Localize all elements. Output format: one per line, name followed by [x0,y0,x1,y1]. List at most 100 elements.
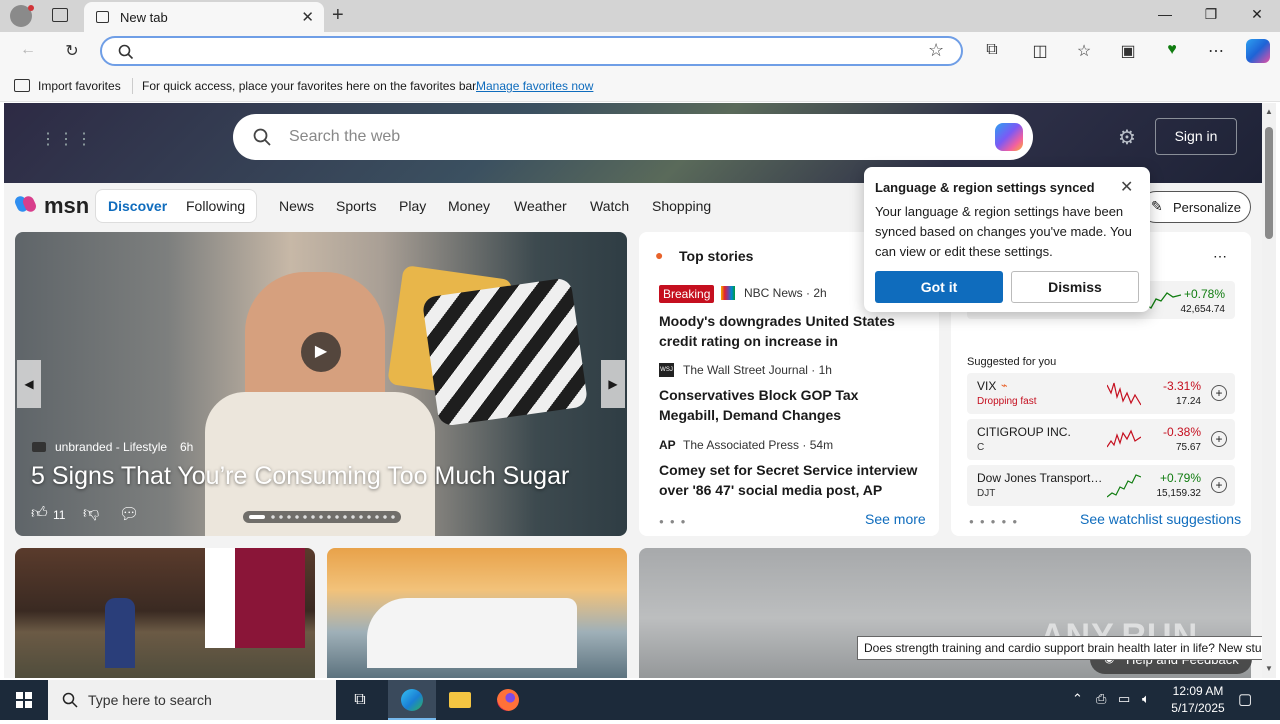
carousel-next-button[interactable]: ▶ [601,360,625,408]
personalize-button[interactable]: ✎ Personalize [1140,191,1251,223]
tab-new-tab[interactable]: New tab ✕ [84,2,324,32]
minimize-icon[interactable]: — [1150,6,1180,22]
volume-icon[interactable]: 🔈︎ [1142,691,1150,707]
collections-icon[interactable]: ▣ [1116,41,1140,61]
nav-sports[interactable]: Sports [336,198,376,214]
popup-body: Your language & region settings have bee… [875,204,1132,259]
split-screen-icon[interactable]: ◫ [1028,41,1052,61]
nav-news[interactable]: News [279,198,314,214]
nav-play[interactable]: Play [399,198,426,214]
favorites-bar: Import favorites For quick access, place… [0,70,1280,102]
show-hidden-icons-chevron[interactable]: ⌃ [1072,691,1083,707]
stories-pager-dots[interactable]: ●●● [659,517,692,526]
carousel-dots[interactable] [243,511,401,523]
favorites-hint: For quick access, place your favorites h… [142,79,479,93]
firefox-icon[interactable] [484,680,532,720]
apps-grid-icon[interactable]: ⋮⋮⋮ [40,129,94,149]
source-logo [32,442,46,452]
dismiss-button[interactable]: Dismiss [1011,271,1139,303]
scrollbar-thumb[interactable] [1265,127,1273,239]
file-explorer-icon[interactable] [436,680,484,720]
tab-title: New tab [120,10,168,25]
network-icon[interactable]: ▭ [1118,691,1130,707]
web-search-box[interactable]: Search the web [233,114,1033,160]
sign-in-button[interactable]: Sign in [1155,118,1237,155]
like-count: 11 [53,508,66,522]
web-search-input[interactable]: Search the web [289,128,400,146]
taskbar-search-box[interactable]: Type here to search [48,680,336,720]
dislike-icon[interactable]: 👎︎ [83,504,99,523]
nav-money[interactable]: Money [448,198,490,214]
stock-row[interactable]: Dow Jones Transport… DJT +0.79% 15,159.3… [967,465,1235,506]
nav-weather[interactable]: Weather [514,198,567,214]
copilot-icon[interactable] [1246,39,1270,63]
like-icon[interactable]: 👍︎ [31,504,48,523]
notifications-icon[interactable]: ▢ [1238,690,1252,708]
news-card-image[interactable] [327,548,627,678]
comment-icon[interactable]: 💬︎ [119,504,139,524]
taskbar-search-input[interactable]: Type here to search [88,692,212,708]
favorites-icon[interactable]: ☆ [1072,41,1096,61]
stock-row[interactable]: VIX ⌁ Dropping fast -3.31% 17.24 + [967,373,1235,414]
hero-source: unbranded - Lifestyle [55,440,168,454]
tab-actions-icon[interactable] [52,8,68,22]
refresh-icon[interactable]: ↻ [60,41,84,61]
tray-device-icon[interactable]: ⎙ [1096,691,1106,707]
see-watchlist-suggestions-link[interactable]: See watchlist suggestions [1080,511,1241,527]
address-bar[interactable]: ☆ [100,36,963,66]
close-popup-icon[interactable]: ✕ [1120,177,1133,197]
tab-discover[interactable]: Discover [108,198,167,214]
scroll-up-arrow[interactable]: ▲ [1265,107,1273,116]
scroll-down-arrow[interactable]: ▼ [1265,664,1273,673]
news-card-image[interactable] [15,548,315,678]
clock-time[interactable]: 12:09 AM [1170,684,1226,698]
close-window-icon[interactable]: ✕ [1242,6,1272,23]
stock-row[interactable]: CITIGROUP INC. C -0.38% 75.67 + [967,419,1235,460]
restore-icon[interactable]: ❐ [1196,6,1226,23]
watchlist-more-icon[interactable]: ⋯ [1213,248,1227,265]
settings-gear-icon[interactable]: ⚙ [1118,125,1136,150]
got-it-button[interactable]: Got it [875,271,1003,303]
new-tab-plus-icon[interactable]: + [332,4,344,27]
clock-date[interactable]: 5/17/2025 [1166,701,1230,715]
close-tab-icon[interactable]: ✕ [301,8,314,26]
task-view-icon[interactable]: ⧉ [336,680,384,720]
stock-price: 75.67 [1175,442,1201,453]
manage-favorites-link[interactable]: Manage favorites now [476,79,593,93]
tab-following[interactable]: Following [186,198,245,214]
see-more-link[interactable]: See more [865,511,926,527]
browser-essentials-icon[interactable]: ♥ [1160,41,1184,59]
copilot-icon[interactable] [995,123,1023,151]
watchlist-pager-dots[interactable]: ●●●●● [969,517,1023,526]
story-headline[interactable]: Conservatives Block GOP Tax Megabill, De… [659,385,921,425]
add-stock-icon[interactable]: + [1211,477,1227,493]
page-scrollbar[interactable]: ▲ ▼ [1262,103,1276,678]
windows-start-icon[interactable] [0,680,48,720]
nav-shopping[interactable]: Shopping [652,198,711,214]
add-stock-icon[interactable]: + [1211,431,1227,447]
ap-logo-icon: AP [659,438,676,452]
carousel-prev-button[interactable]: ◀ [17,360,41,408]
back-icon[interactable]: ← [16,41,40,59]
stock-sub: C [977,442,985,453]
story-headline[interactable]: Comey set for Secret Service interview o… [659,460,921,500]
hero-title[interactable]: 5 Signs That You’re Consuming Too Much S… [31,462,569,491]
import-favorites-icon [14,79,30,92]
story-headline[interactable]: Moody's downgrades United States credit … [659,311,921,351]
settings-synced-popup: Language & region settings synced ✕ Your… [864,167,1150,312]
wsj-logo-icon: WSJ [659,363,674,377]
stock-sub: Dropping fast [977,396,1037,407]
add-stock-icon[interactable]: + [1211,385,1227,401]
stock-change: +0.79% [1159,471,1201,485]
play-video-button[interactable]: ▶ [301,332,341,372]
sparkline-up [1107,474,1141,498]
title-bar: New tab ✕ + — ❐ ✕ [0,0,1280,32]
nav-watch[interactable]: Watch [590,198,629,214]
pencil-icon: ✎ [1151,198,1163,214]
extensions-icon[interactable]: ⧉ [980,41,1004,59]
more-options-icon[interactable]: ⋯ [1204,41,1228,61]
import-favorites-button[interactable]: Import favorites [38,79,121,93]
favorite-star-icon[interactable]: ☆ [928,40,944,61]
edge-taskbar-icon[interactable] [388,680,436,720]
hero-carousel[interactable]: ▶ ◀ ▶ unbranded - Lifestyle 6h 5 Signs T… [15,232,627,536]
